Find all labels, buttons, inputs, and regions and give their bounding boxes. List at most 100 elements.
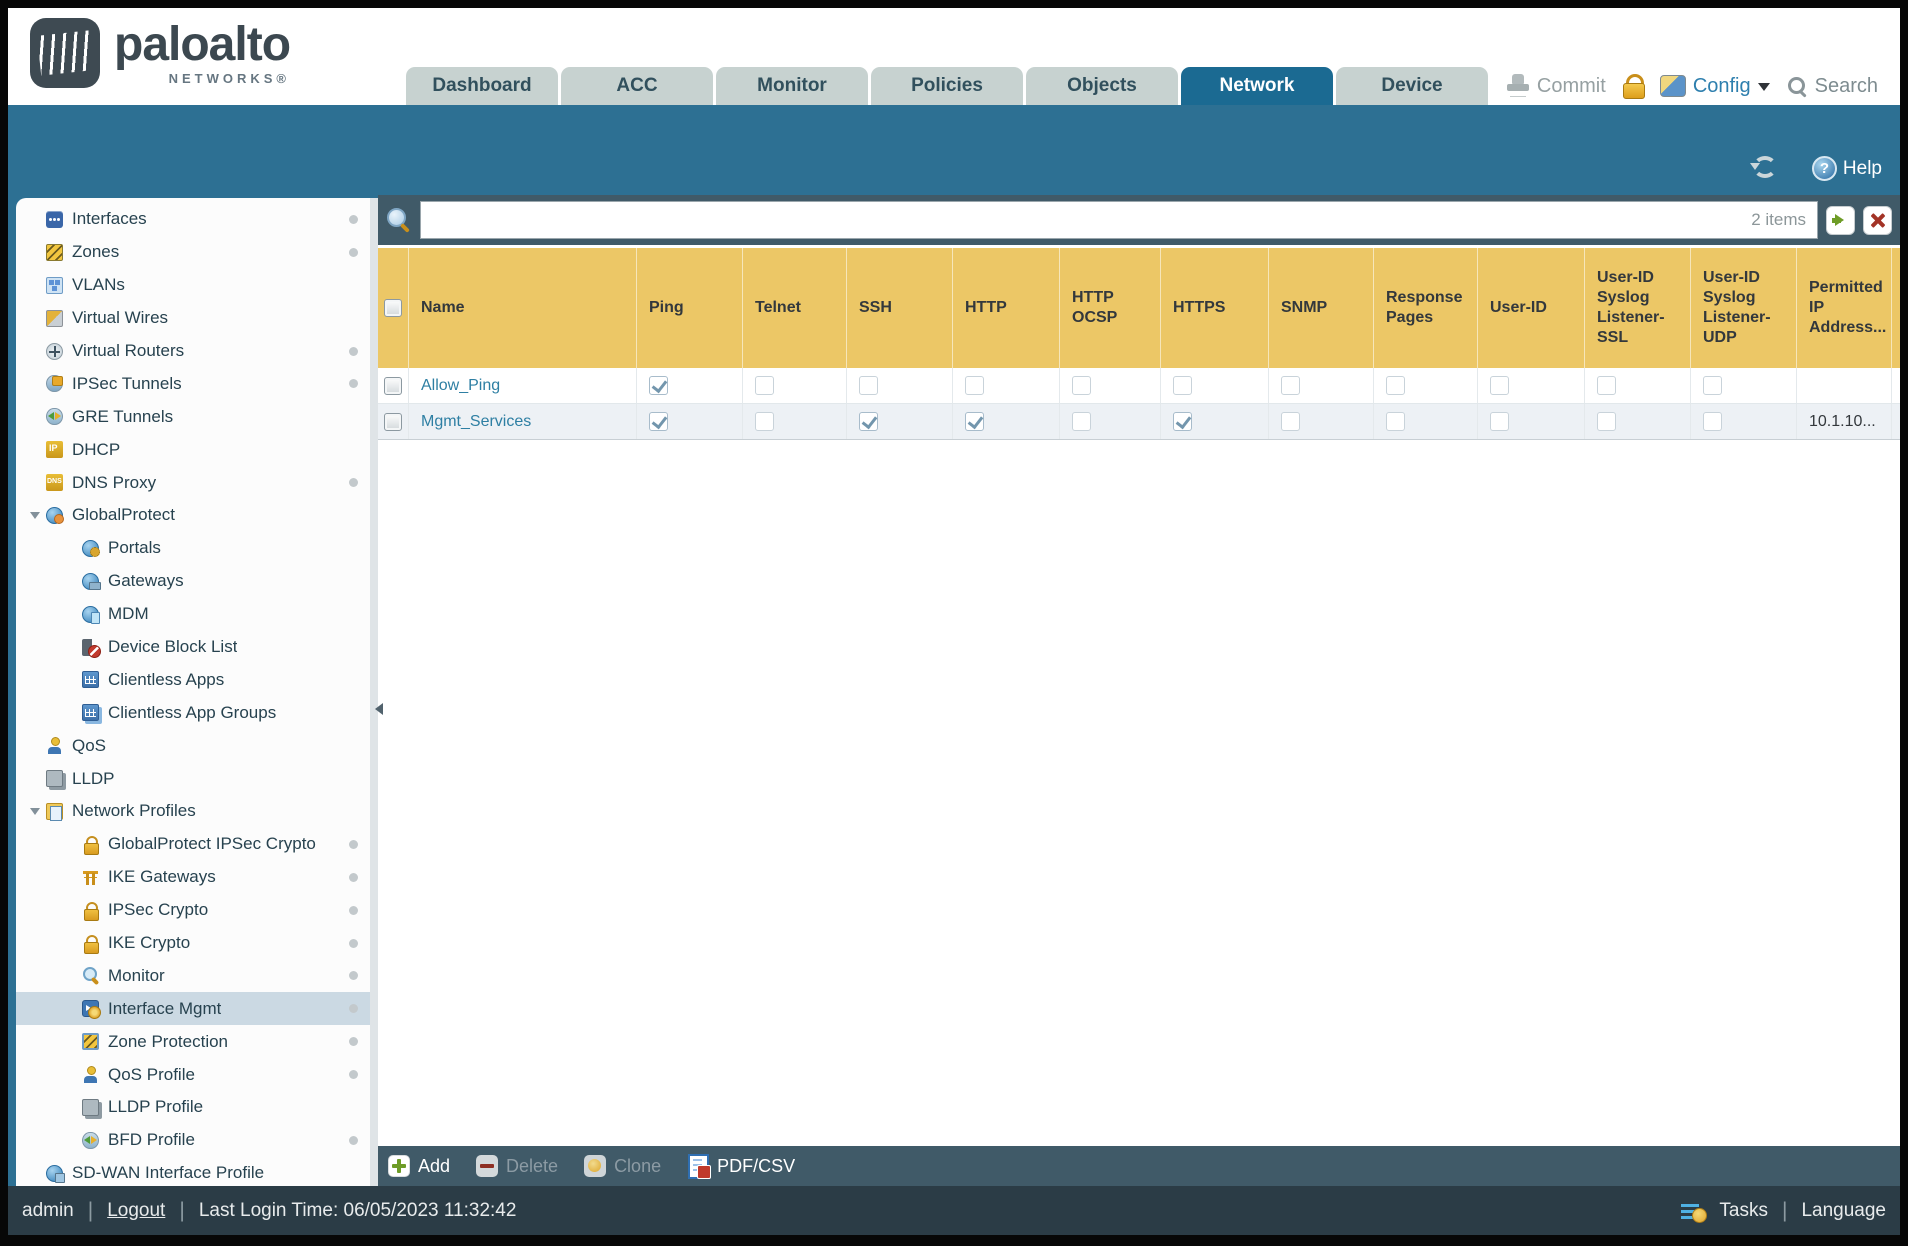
checked-checkbox[interactable] bbox=[649, 412, 668, 431]
unchecked-checkbox[interactable] bbox=[1703, 376, 1722, 395]
commit-button[interactable]: Commit bbox=[1506, 73, 1606, 99]
unchecked-checkbox[interactable] bbox=[1072, 376, 1091, 395]
unchecked-checkbox[interactable] bbox=[1281, 412, 1300, 431]
checked-checkbox[interactable] bbox=[859, 412, 878, 431]
sidebar-item-globalprotect[interactable]: GlobalProtect bbox=[16, 499, 370, 532]
search-button[interactable]: Search bbox=[1786, 75, 1878, 98]
sidebar-item-dns-proxy[interactable]: DNS Proxy bbox=[16, 466, 370, 499]
nav-tabs: Dashboard ACC Monitor Policies Objects Networ… bbox=[406, 67, 1488, 105]
profile-name-link[interactable]: Mgmt_Services bbox=[421, 413, 531, 431]
config-button[interactable]: Config bbox=[1659, 75, 1770, 98]
sidebar-item-label: QoS bbox=[72, 735, 107, 755]
unchecked-checkbox[interactable] bbox=[859, 376, 878, 395]
sidebar-item-clientless-app-groups[interactable]: Clientless App Groups bbox=[16, 696, 370, 729]
filter-input[interactable] bbox=[420, 201, 1818, 239]
sidebar-item-ipsec-tunnels[interactable]: IPSec Tunnels bbox=[16, 367, 370, 400]
clientless-app-groups-icon bbox=[82, 704, 99, 722]
unchecked-checkbox[interactable] bbox=[1703, 412, 1722, 431]
language-button[interactable]: Language bbox=[1801, 1200, 1886, 1222]
unchecked-checkbox[interactable] bbox=[1386, 412, 1405, 431]
sidebar-splitter[interactable] bbox=[370, 198, 383, 1186]
sidebar-item-ike-gateways[interactable]: IKE Gateways bbox=[16, 861, 370, 894]
profile-name-link[interactable]: Allow_Ping bbox=[421, 377, 500, 395]
tab-policies[interactable]: Policies bbox=[871, 67, 1023, 105]
sidebar-item-zones[interactable]: Zones bbox=[16, 236, 370, 269]
row-checkbox[interactable] bbox=[384, 412, 402, 431]
expander-icon[interactable] bbox=[24, 507, 46, 524]
sidebar-item-virtual-routers[interactable]: Virtual Routers bbox=[16, 335, 370, 368]
sidebar-item-sd-wan-interface-profile[interactable]: SD-WAN Interface Profile bbox=[16, 1157, 370, 1186]
sidebar-item-clientless-apps[interactable]: Clientless Apps bbox=[16, 663, 370, 696]
col-header-user-id-syslog-listener-udp: User-ID Syslog Listener-UDP bbox=[1691, 248, 1797, 368]
sidebar-item-globalprotect-ipsec-crypto[interactable]: GlobalProtect IPSec Crypto bbox=[16, 828, 370, 861]
sidebar-item-virtual-wires[interactable]: Virtual Wires bbox=[16, 302, 370, 335]
tab-dashboard[interactable]: Dashboard bbox=[406, 67, 558, 105]
sidebar-item-qos[interactable]: QoS bbox=[16, 729, 370, 762]
unchecked-checkbox[interactable] bbox=[1386, 376, 1405, 395]
config-icon bbox=[1659, 75, 1686, 97]
unchecked-checkbox[interactable] bbox=[755, 376, 774, 395]
clear-filter-button[interactable] bbox=[1863, 205, 1892, 235]
unchecked-checkbox[interactable] bbox=[1072, 412, 1091, 431]
unchecked-checkbox[interactable] bbox=[1490, 376, 1509, 395]
sidebar-item-zone-protection[interactable]: Zone Protection bbox=[16, 1025, 370, 1058]
tab-monitor[interactable]: Monitor bbox=[716, 67, 868, 105]
sidebar-item-label: QoS Profile bbox=[108, 1064, 195, 1084]
ike-gateways-icon bbox=[82, 869, 99, 886]
sidebar-nav: Interfaces Zones VLANs Virtual Wires Virtual… bbox=[16, 198, 370, 1186]
sidebar-item-dhcp[interactable]: DHCP bbox=[16, 433, 370, 466]
help-button[interactable]: Help bbox=[1811, 156, 1882, 181]
checked-checkbox[interactable] bbox=[1173, 412, 1192, 431]
unchecked-checkbox[interactable] bbox=[1173, 376, 1192, 395]
logo-brand: paloalto bbox=[114, 17, 291, 71]
unchecked-checkbox[interactable] bbox=[1490, 412, 1509, 431]
logout-link[interactable]: Logout bbox=[107, 1200, 165, 1222]
tab-objects[interactable]: Objects bbox=[1026, 67, 1178, 105]
refresh-icon[interactable] bbox=[1750, 155, 1778, 179]
unchecked-checkbox[interactable] bbox=[1597, 376, 1616, 395]
sidebar-item-ike-crypto[interactable]: IKE Crypto bbox=[16, 927, 370, 960]
sidebar-item-lldp[interactable]: LLDP bbox=[16, 762, 370, 795]
pdf-csv-button[interactable]: PDF/CSV bbox=[687, 1154, 795, 1179]
table-toolbar: Add Delete Clone PDF/CSV bbox=[378, 1146, 1900, 1186]
sidebar-item-bfd-profile[interactable]: BFD Profile bbox=[16, 1124, 370, 1157]
clientless-apps-icon bbox=[82, 671, 99, 689]
lock-button[interactable] bbox=[1622, 74, 1645, 99]
sidebar-item-qos-profile[interactable]: QoS Profile bbox=[16, 1058, 370, 1091]
tasks-button[interactable]: Tasks bbox=[1719, 1200, 1768, 1222]
checked-checkbox[interactable] bbox=[965, 412, 984, 431]
sidebar-item-gateways[interactable]: Gateways bbox=[16, 565, 370, 598]
network-profiles-icon bbox=[46, 802, 63, 821]
sidebar-item-lldp-profile[interactable]: LLDP Profile bbox=[16, 1091, 370, 1124]
sidebar-item-network-profiles[interactable]: Network Profiles bbox=[16, 795, 370, 828]
sidebar-item-vlans[interactable]: VLANs bbox=[16, 269, 370, 302]
row-checkbox[interactable] bbox=[384, 376, 402, 395]
apply-filter-button[interactable] bbox=[1826, 205, 1855, 235]
toolbar-button-label: Clone bbox=[614, 1155, 662, 1176]
sidebar-item-ipsec-crypto[interactable]: IPSec Crypto bbox=[16, 894, 370, 927]
unchecked-checkbox[interactable] bbox=[755, 412, 774, 431]
sidebar-item-gre-tunnels[interactable]: GRE Tunnels bbox=[16, 400, 370, 433]
sidebar-item-interfaces[interactable]: Interfaces bbox=[16, 203, 370, 236]
sidebar-item-device-block-list[interactable]: Device Block List bbox=[16, 631, 370, 664]
sidebar-item-portals[interactable]: Portals bbox=[16, 532, 370, 565]
unchecked-checkbox[interactable] bbox=[965, 376, 984, 395]
sidebar-item-label: Monitor bbox=[108, 965, 165, 985]
checked-checkbox[interactable] bbox=[649, 376, 668, 395]
sidebar-item-monitor[interactable]: Monitor bbox=[16, 959, 370, 992]
col-header-ping: Ping bbox=[637, 248, 743, 368]
sidebar-item-label: Portals bbox=[108, 538, 161, 558]
status-dot bbox=[349, 839, 358, 849]
sidebar-item-interface-mgmt[interactable]: Interface Mgmt bbox=[16, 992, 370, 1026]
unchecked-checkbox[interactable] bbox=[1281, 376, 1300, 395]
add-button[interactable]: Add bbox=[388, 1155, 450, 1177]
tab-network[interactable]: Network bbox=[1181, 67, 1333, 105]
tab-acc[interactable]: ACC bbox=[561, 67, 713, 105]
unchecked-checkbox[interactable] bbox=[1597, 412, 1616, 431]
sidebar-item-mdm[interactable]: MDM bbox=[16, 598, 370, 631]
sidebar-item-label: GlobalProtect IPSec Crypto bbox=[108, 834, 316, 854]
sidebar-item-label: Virtual Wires bbox=[72, 308, 169, 328]
expander-icon[interactable] bbox=[24, 803, 46, 820]
tab-device[interactable]: Device bbox=[1336, 67, 1488, 105]
select-all-checkbox[interactable] bbox=[384, 299, 402, 317]
